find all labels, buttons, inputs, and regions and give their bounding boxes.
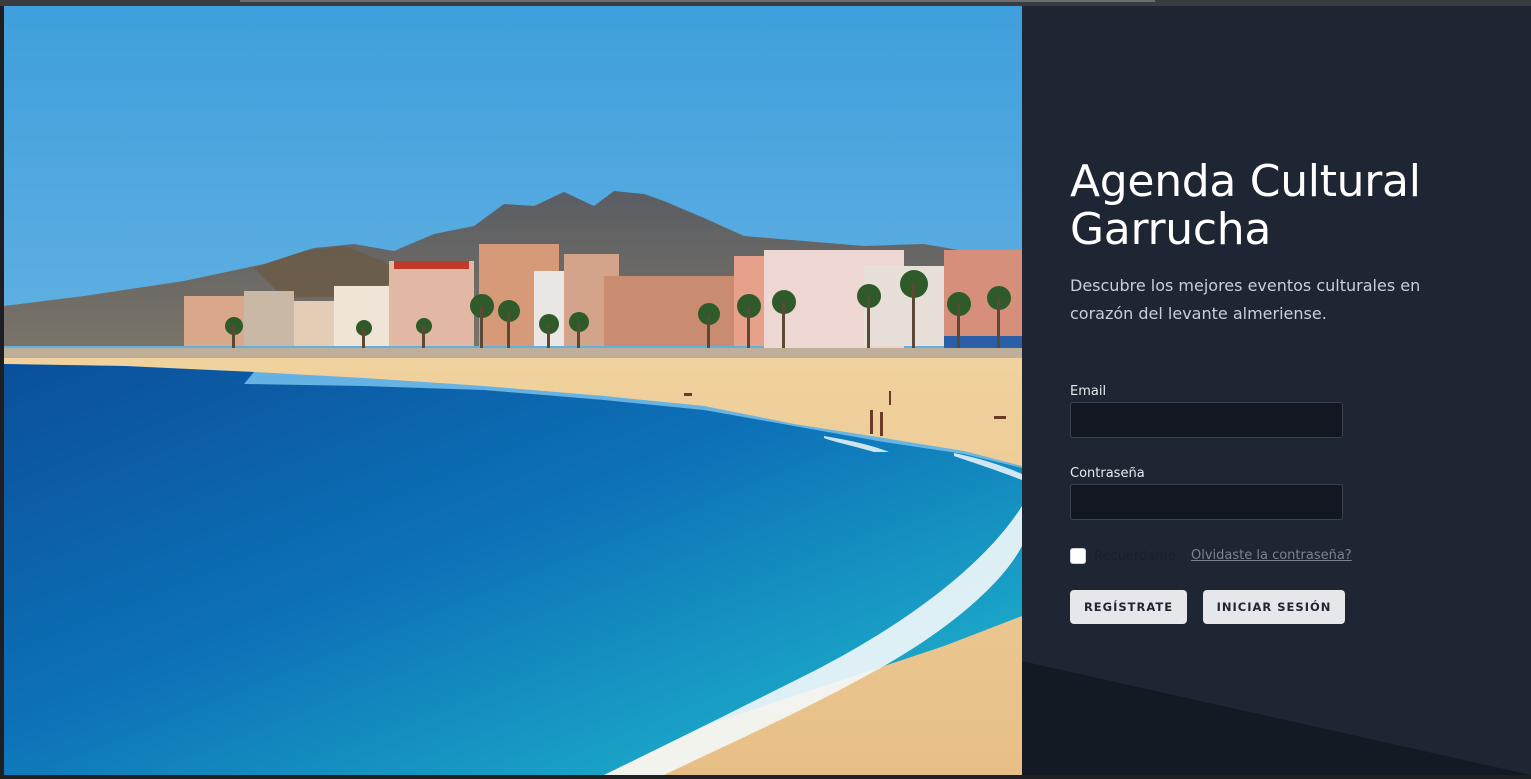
app-window: Agenda Cultural Garrucha Descubre los me… — [0, 0, 1531, 779]
title-line-2: Garrucha — [1070, 204, 1271, 255]
top-bar-accent — [240, 0, 1155, 2]
hero-beach-photo — [4, 6, 1022, 775]
remember-me-checkbox[interactable] — [1070, 548, 1086, 564]
email-field[interactable] — [1070, 402, 1343, 438]
login-panel: Agenda Cultural Garrucha Descubre los me… — [1022, 6, 1531, 775]
password-field[interactable] — [1070, 484, 1343, 520]
forgot-password-link[interactable]: Olvidaste la contraseña? — [1191, 548, 1352, 563]
page-title: Agenda Cultural Garrucha — [1070, 158, 1510, 254]
title-line-1: Agenda Cultural — [1070, 156, 1421, 207]
login-button[interactable]: Iniciar sesión — [1203, 590, 1345, 624]
remember-me-label: Recuérdame — [1094, 548, 1176, 564]
register-button[interactable]: Regístrate — [1070, 590, 1187, 624]
email-label: Email — [1070, 384, 1107, 399]
remember-me[interactable]: Recuérdame — [1070, 548, 1176, 564]
password-label: Contraseña — [1070, 466, 1145, 481]
page-subtitle: Descubre los mejores eventos culturales … — [1070, 276, 1421, 323]
